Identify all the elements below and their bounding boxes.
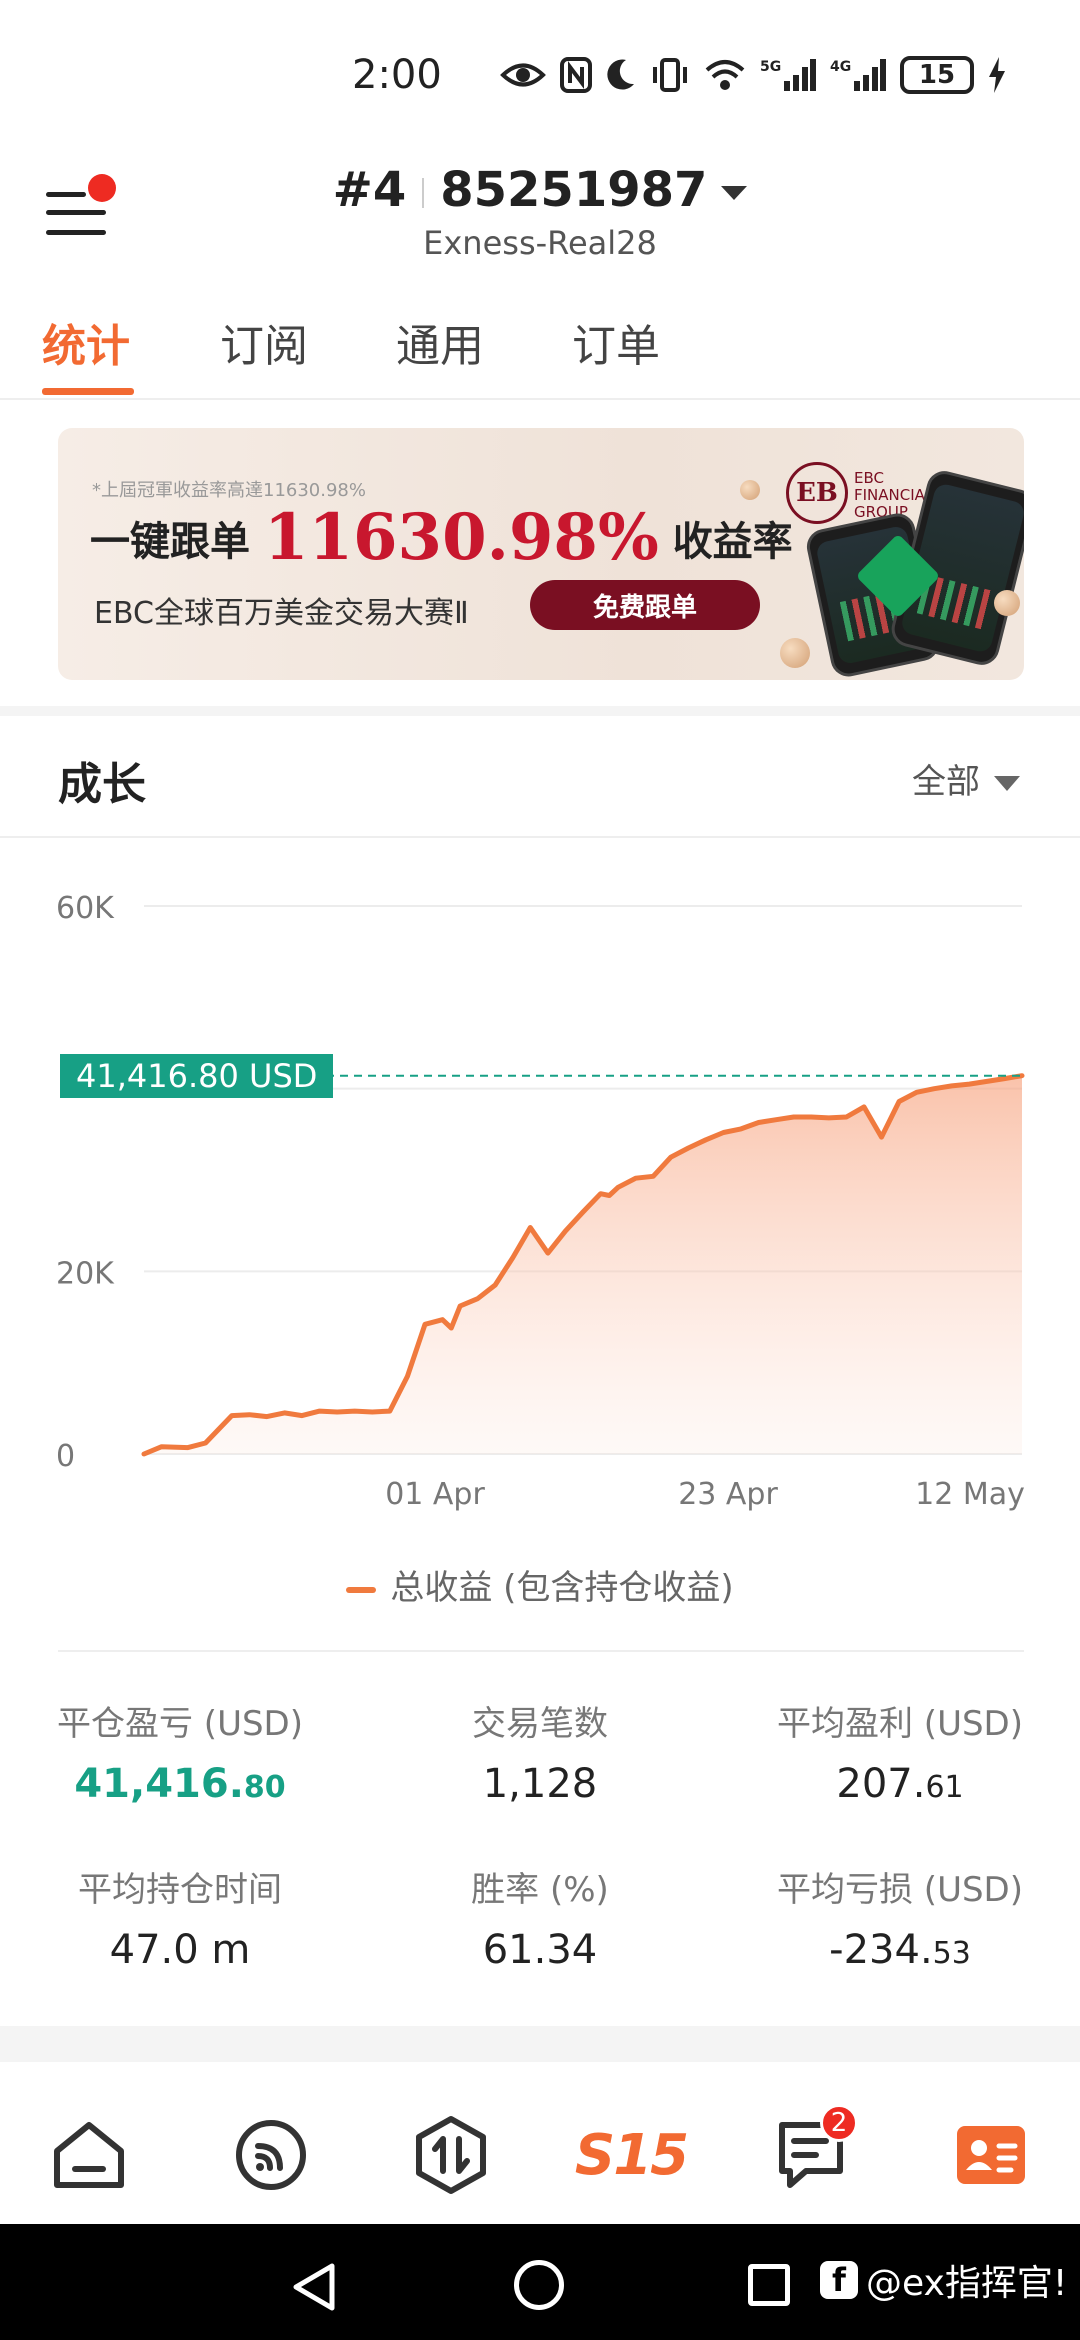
dropdown-caret-icon xyxy=(994,776,1020,791)
account-number: 85251987 xyxy=(440,162,708,218)
stat-item: 交易笔数 1,128 xyxy=(360,1696,720,1807)
account-index: #4 xyxy=(332,162,407,218)
x-tick-label: 01 Apr xyxy=(385,1477,485,1512)
profile-card-icon xyxy=(957,2126,1025,2184)
section-divider xyxy=(0,2026,1080,2062)
facebook-icon: f xyxy=(820,2261,858,2299)
app-header: #4 85251987 Exness-Real28 xyxy=(0,150,1080,270)
trade-icon xyxy=(416,2116,486,2194)
stat-item: 平均持仓时间 47.0 m xyxy=(0,1862,360,1973)
nav-s15[interactable]: S15 xyxy=(574,2110,689,2200)
x-tick-label: 12 May xyxy=(915,1477,1025,1512)
dropdown-caret-icon xyxy=(721,186,748,200)
signal-4g-icon: 4G xyxy=(830,59,886,91)
status-time: 2:00 xyxy=(352,52,442,98)
server-name: Exness-Real28 xyxy=(423,224,657,262)
stat-item: 胜率 (%) 61.34 xyxy=(360,1862,720,1973)
y-tick-label: 60K xyxy=(56,891,115,926)
stat-value: 41,416.80 xyxy=(74,1761,286,1807)
nav-account[interactable] xyxy=(946,2110,1036,2200)
nav-messages[interactable]: 2 xyxy=(766,2104,858,2200)
stat-item: 平仓盈亏 (USD) 41,416.80 xyxy=(0,1696,360,1807)
x-tick-label: 23 Apr xyxy=(678,1477,778,1512)
coin-icon xyxy=(740,480,760,500)
legend-swatch xyxy=(346,1586,377,1593)
section-divider xyxy=(0,706,1080,716)
stat-item: 平均盈利 (USD) 207.61 xyxy=(720,1696,1080,1807)
home-system-icon[interactable] xyxy=(514,2260,564,2310)
stat-label: 平均亏损 (USD) xyxy=(777,1870,1023,1910)
tab-subscription[interactable]: 订阅 xyxy=(220,310,308,374)
tab-statistics[interactable]: 统计 xyxy=(42,310,130,374)
free-copy-button[interactable]: 免费跟单 xyxy=(530,580,760,630)
stat-label: 平仓盈亏 (USD) xyxy=(57,1704,303,1744)
active-tab-indicator xyxy=(42,388,134,395)
home-icon xyxy=(54,2122,124,2188)
stat-value: -234.53 xyxy=(829,1927,971,1973)
unread-badge: 2 xyxy=(820,2104,858,2142)
y-tick-label: 0 xyxy=(56,1439,75,1474)
stat-value: 1,128 xyxy=(482,1761,598,1807)
stat-label: 平均盈利 (USD) xyxy=(777,1704,1023,1744)
coin-icon xyxy=(780,638,810,668)
signal-5g-icon: 5G xyxy=(760,59,816,91)
svg-text:5G: 5G xyxy=(760,59,781,75)
promo-banner[interactable]: *上屆冠軍收益率高達11630.98% 一键跟单 11630.98% 收益率 E… xyxy=(58,428,1024,680)
current-value-tag: 41,416.80 USD xyxy=(60,1053,334,1098)
stat-item: 平均亏损 (USD) -234.53 xyxy=(720,1862,1080,1973)
rss-icon xyxy=(236,2120,306,2190)
charging-icon xyxy=(989,57,1005,93)
eye-icon xyxy=(500,63,546,87)
stat-label: 胜率 (%) xyxy=(471,1870,609,1910)
tab-general[interactable]: 通用 xyxy=(396,310,484,374)
section-divider xyxy=(58,1650,1024,1652)
stat-value: 47.0 m xyxy=(109,1927,251,1973)
status-icons: 5G 4G 15 xyxy=(500,50,1006,100)
back-icon[interactable] xyxy=(292,2262,336,2312)
nav-feed[interactable] xyxy=(226,2110,316,2200)
stat-label: 交易笔数 xyxy=(472,1704,608,1744)
coin-icon xyxy=(994,590,1020,616)
tab-orders[interactable]: 订单 xyxy=(572,310,660,374)
bottom-navigation: S15 2 xyxy=(0,2080,1080,2224)
series-area xyxy=(144,1075,1022,1454)
nav-home[interactable] xyxy=(44,2110,134,2200)
ebc-logo: EB xyxy=(786,462,848,524)
recents-icon[interactable] xyxy=(748,2264,790,2306)
growth-title: 成长 xyxy=(58,759,146,810)
section-divider xyxy=(0,836,1080,838)
vibrate-icon xyxy=(653,58,687,92)
system-navigation-bar: f @ex指挥官! xyxy=(0,2224,1080,2340)
svg-text:4G: 4G xyxy=(830,59,851,75)
stat-value: 61.34 xyxy=(482,1927,598,1973)
s15-icon: S15 xyxy=(574,2122,689,2188)
stat-value: 207.61 xyxy=(836,1761,964,1807)
growth-chart[interactable]: 60K 20K 0 01 Apr 23 Apr 12 May 41,416.80 USD xyxy=(0,860,1080,1540)
nfc-icon xyxy=(560,57,592,93)
chart-svg: 60K 20K 0 01 Apr 23 Apr 12 May xyxy=(56,891,1025,1512)
watermark: f @ex指挥官! xyxy=(820,2254,1067,2306)
account-selector[interactable]: #4 85251987 xyxy=(0,162,1080,218)
nav-trade[interactable] xyxy=(406,2110,496,2200)
stat-label: 平均持仓时间 xyxy=(78,1870,282,1910)
banner-title: 一键跟单 11630.98% 收益率 xyxy=(90,500,793,575)
y-tick-label: 20K xyxy=(56,1256,115,1291)
range-select[interactable]: 全部 xyxy=(912,754,1020,803)
battery-indicator: 15 xyxy=(900,56,974,94)
tab-bar: 统计 订阅 通用 订单 xyxy=(0,300,1080,400)
banner-subtitle: EBC全球百万美金交易大赛Ⅱ xyxy=(94,596,469,631)
banner-percentage: 11630.98% xyxy=(263,500,659,575)
moon-icon xyxy=(607,59,634,90)
wifi-icon xyxy=(705,60,745,90)
chart-legend: 总收益 (包含持仓收益) xyxy=(0,1560,1080,1609)
banner-note: *上屆冠軍收益率高達11630.98% xyxy=(92,480,366,501)
status-bar: 2:00 5G 4G 15 xyxy=(0,0,1080,150)
